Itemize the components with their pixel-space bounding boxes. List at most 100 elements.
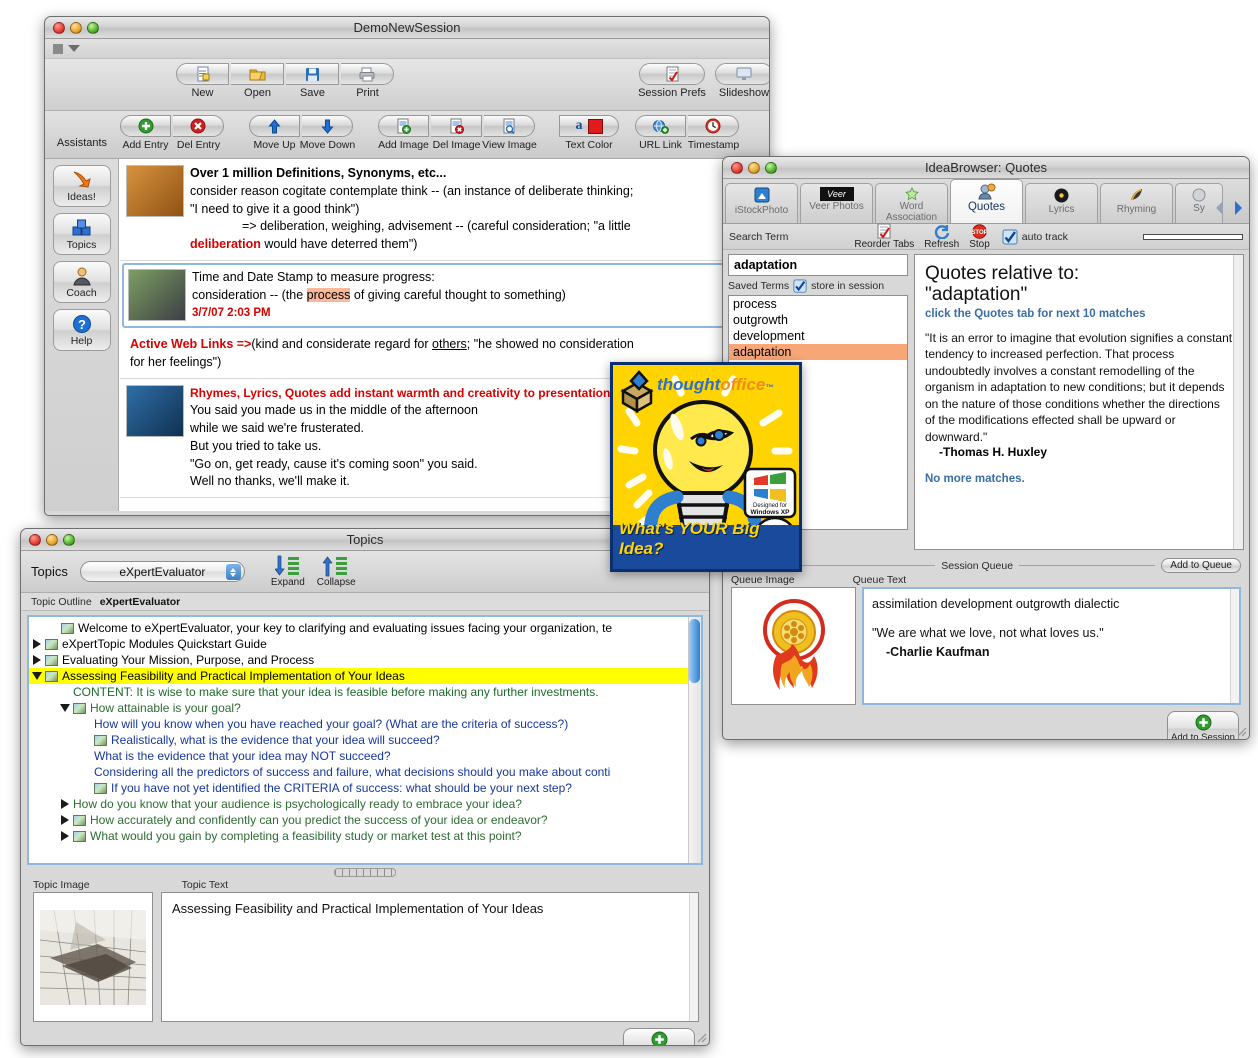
checkbox-checked-icon[interactable] bbox=[793, 279, 807, 293]
tree-row-selected[interactable]: Assessing Feasibility and Practical Impl… bbox=[29, 668, 701, 684]
tree-row[interactable]: CONTENT: It is wise to make sure that yo… bbox=[29, 684, 701, 700]
auto-track-toggle[interactable]: auto track bbox=[1002, 229, 1068, 245]
save-button[interactable]: Save bbox=[285, 63, 340, 99]
thoughtoffice-splash[interactable]: Designed for Windows XP X Built for Mac … bbox=[610, 362, 802, 572]
document-proxy-icon[interactable] bbox=[53, 44, 63, 54]
session-main-toolbar[interactable]: New Open Save bbox=[45, 59, 769, 111]
tree-row[interactable]: Realistically, what is the evidence that… bbox=[29, 732, 701, 748]
chevron-right-icon[interactable] bbox=[1231, 199, 1245, 217]
tree-row[interactable]: Evaluating Your Mission, Purpose, and Pr… bbox=[29, 652, 701, 668]
quotes-results-panel[interactable]: Quotes relative to: "adaptation" click t… bbox=[914, 254, 1244, 550]
topic-text-scrollbar[interactable] bbox=[689, 893, 698, 1021]
ideabrowser-titlebar[interactable]: IdeaBrowser: Quotes bbox=[723, 157, 1249, 179]
scrollbar-thumb[interactable] bbox=[689, 619, 700, 683]
entry-thumbnail[interactable] bbox=[126, 165, 184, 217]
sidebar-item-ideas[interactable]: Ideas! bbox=[53, 165, 111, 207]
minimize-icon[interactable] bbox=[748, 162, 760, 174]
sidebar-item-help[interactable]: ? Help bbox=[53, 309, 111, 351]
session-titlebar[interactable]: DemoNewSession bbox=[45, 17, 769, 39]
topic-tree-scrollbar[interactable] bbox=[688, 617, 701, 863]
slideshow-button[interactable]: Slideshow bbox=[714, 63, 770, 99]
tab-scroll-arrows[interactable] bbox=[1213, 199, 1245, 217]
entry-thumbnail[interactable] bbox=[128, 269, 186, 321]
topics-titlebar[interactable]: Topics bbox=[21, 529, 709, 551]
twisty-down-icon[interactable] bbox=[29, 672, 45, 680]
search-input[interactable] bbox=[728, 254, 908, 276]
sidebar-item-topics[interactable]: Topics bbox=[53, 213, 111, 255]
file-button-group[interactable]: New Open Save bbox=[175, 63, 395, 99]
queue-image-thumbnail[interactable] bbox=[731, 587, 856, 705]
topic-text-area[interactable]: Assessing Feasibility and Practical Impl… bbox=[161, 892, 699, 1022]
tab-rhyming[interactable]: Rhyming bbox=[1100, 183, 1173, 223]
chevron-left-icon[interactable] bbox=[1213, 199, 1227, 217]
move-down-button[interactable]: Move Down bbox=[301, 115, 354, 151]
splitter-grip[interactable] bbox=[334, 868, 396, 877]
add-image-button[interactable]: Add Image bbox=[377, 115, 430, 151]
tab-istockphoto[interactable]: iStockPhoto bbox=[725, 183, 798, 223]
tree-row[interactable]: Welcome to eXpertEvaluator, your key to … bbox=[29, 620, 701, 636]
del-entry-button[interactable]: Del Entry bbox=[172, 115, 225, 151]
open-button[interactable]: Open bbox=[230, 63, 285, 99]
session-proxy-strip[interactable] bbox=[45, 39, 769, 59]
tree-row[interactable]: eXpertTopic Modules Quickstart Guide bbox=[29, 636, 701, 652]
ideabrowser-action-row[interactable]: Search Term Reorder Tabs Refresh STOP St… bbox=[723, 224, 1249, 250]
reorder-tabs-button[interactable]: Reorder Tabs bbox=[854, 223, 914, 250]
topic-image-thumbnail[interactable] bbox=[33, 892, 153, 1022]
topics-window[interactable]: Topics Topics eXpertEvaluator Expand bbox=[20, 528, 710, 1046]
entry-thumbnail[interactable] bbox=[126, 385, 184, 437]
chevron-updown-icon[interactable] bbox=[226, 564, 241, 580]
results-subtitle[interactable]: click the Quotes tab for next 10 matches bbox=[925, 308, 1233, 320]
tree-row[interactable]: Considering all the predictors of succes… bbox=[29, 764, 701, 780]
twisty-right-icon[interactable] bbox=[57, 831, 73, 841]
timestamp-button[interactable]: Timestamp bbox=[687, 115, 740, 151]
session-edit-toolbar[interactable]: Assistants Add Entry Del Entry bbox=[45, 111, 769, 159]
entry-button-group[interactable]: Add Entry Del Entry bbox=[119, 115, 225, 151]
tree-row[interactable]: What would you gain by completing a feas… bbox=[29, 828, 701, 844]
tree-row[interactable]: What is the evidence that your idea may … bbox=[29, 748, 701, 764]
list-item[interactable]: development bbox=[729, 328, 907, 344]
slideshow-button-group[interactable]: Slideshow bbox=[714, 63, 770, 99]
close-icon[interactable] bbox=[53, 22, 65, 34]
tree-row[interactable]: How will you know when you have reached … bbox=[29, 716, 701, 732]
add-to-queue-button[interactable]: Add to Queue bbox=[1161, 558, 1241, 573]
minimize-icon[interactable] bbox=[46, 534, 58, 546]
window-controls[interactable] bbox=[53, 22, 99, 34]
text-color-group[interactable]: a Text Color bbox=[558, 115, 620, 151]
tab-quotes[interactable]: Quotes bbox=[950, 179, 1023, 223]
tab-veer-photos[interactable]: Veer Veer Photos bbox=[800, 183, 873, 223]
list-item[interactable]: outgrowth bbox=[729, 312, 907, 328]
del-image-button[interactable]: Del Image bbox=[430, 115, 483, 151]
stop-button[interactable]: STOP Stop bbox=[969, 224, 990, 250]
close-icon[interactable] bbox=[29, 534, 41, 546]
image-button-group[interactable]: Add Image Del Image View Image bbox=[377, 115, 536, 151]
move-button-group[interactable]: Move Up Move Down bbox=[248, 115, 354, 151]
session-prefs-button[interactable]: Session Prefs bbox=[638, 63, 706, 99]
assistants-sidebar[interactable]: Ideas! Topics Coach ? Help bbox=[45, 159, 119, 511]
queue-text-scrollbar[interactable] bbox=[1230, 589, 1239, 703]
refresh-button[interactable]: Refresh bbox=[924, 224, 959, 250]
move-up-button[interactable]: Move Up bbox=[248, 115, 301, 151]
add-to-session-button[interactable]: Add to Session bbox=[1167, 711, 1239, 740]
new-button[interactable]: New bbox=[175, 63, 230, 99]
url-link-button[interactable]: URL Link bbox=[634, 115, 687, 151]
view-image-button[interactable]: View Image bbox=[483, 115, 536, 151]
entry-item-selected[interactable]: Time and Date Stamp to measure progress:… bbox=[122, 263, 767, 328]
results-scrollbar[interactable] bbox=[1233, 255, 1243, 549]
ideabrowser-tabbar[interactable]: iStockPhoto Veer Veer Photos Word Associ… bbox=[723, 179, 1249, 224]
close-icon[interactable] bbox=[731, 162, 743, 174]
text-color-button[interactable]: a Text Color bbox=[558, 115, 620, 151]
minimize-icon[interactable] bbox=[70, 22, 82, 34]
list-item-selected[interactable]: adaptation bbox=[729, 344, 907, 360]
sidebar-item-coach[interactable]: Coach bbox=[53, 261, 111, 303]
twisty-right-icon[interactable] bbox=[29, 639, 45, 649]
text-color-swatch[interactable] bbox=[588, 119, 603, 134]
tab-lyrics[interactable]: Lyrics bbox=[1025, 183, 1098, 223]
entry-link[interactable]: others bbox=[432, 337, 467, 351]
window-controls[interactable] bbox=[29, 534, 75, 546]
twisty-right-icon[interactable] bbox=[29, 655, 45, 665]
tree-row[interactable]: How do you know that your audience is ps… bbox=[29, 796, 701, 812]
link-stamp-group[interactable]: URL Link Timestamp bbox=[634, 115, 740, 151]
add-entry-button[interactable]: Add Entry bbox=[119, 115, 172, 151]
window-controls[interactable] bbox=[731, 162, 777, 174]
resize-grip-icon[interactable] bbox=[694, 1030, 707, 1043]
